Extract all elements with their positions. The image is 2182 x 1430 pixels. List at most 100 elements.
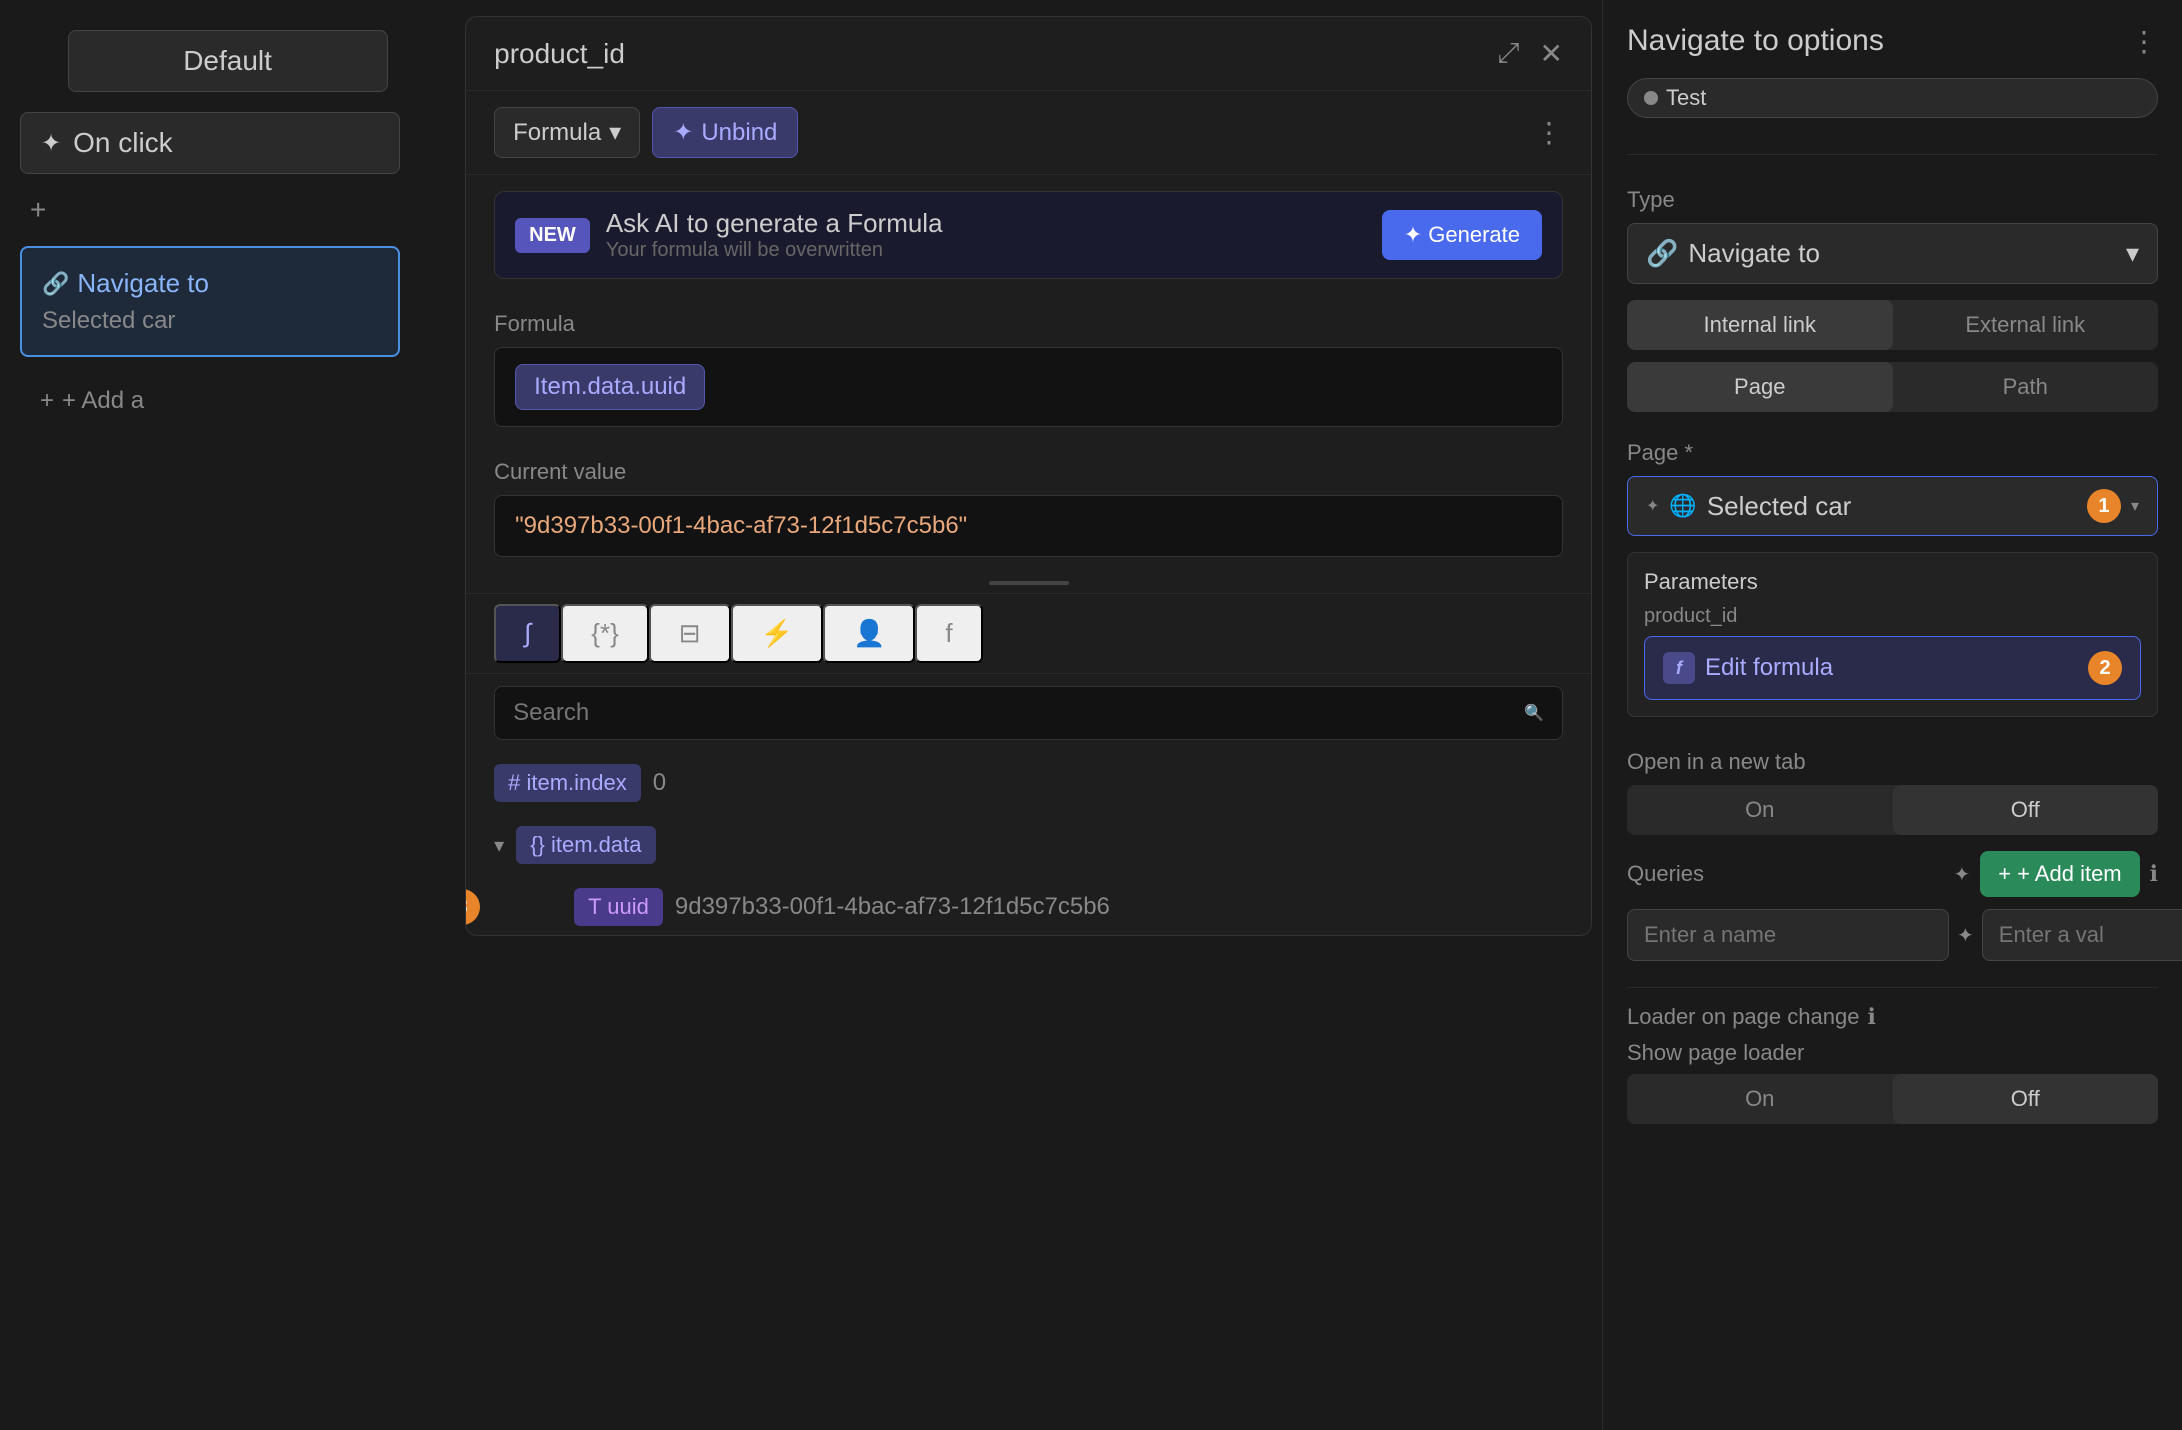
link-icon: 🔗: [42, 271, 69, 297]
formula-toolbar: Formula ▾ ✦ Unbind ⋮: [466, 91, 1591, 175]
divider-1: [1627, 154, 2158, 155]
loader-off[interactable]: Off: [1893, 1074, 2159, 1124]
expand-icon[interactable]: ⤢: [1497, 37, 1519, 70]
generate-button[interactable]: ✦ Generate: [1382, 210, 1542, 260]
chevron-down-icon-2: ▾: [2126, 238, 2139, 269]
right-more-icon[interactable]: ⋮: [2130, 25, 2158, 58]
open-new-tab-section: Open in a new tab On Off: [1627, 733, 2158, 835]
search-icon: 🔍: [1524, 703, 1544, 723]
variable-tab[interactable]: {*}: [561, 604, 649, 663]
more-options-icon[interactable]: ⋮: [1535, 116, 1563, 149]
edit-formula-button[interactable]: f Edit formula 2: [1644, 636, 2141, 700]
magic-icon-queries: ✦: [1953, 862, 1970, 887]
test-dot-icon: [1644, 91, 1658, 105]
plus-icon: +: [30, 194, 46, 226]
right-panel: Navigate to options ⋮ Test Type 🔗 Naviga…: [1602, 0, 2182, 1430]
loader-on[interactable]: On: [1627, 1074, 1893, 1124]
icon-toolbar: ∫ {*} ⊟ ⚡ 👤 f: [466, 593, 1591, 674]
list-item[interactable]: 3 T uuid 9d397b33-00f1-4bac-af73-12f1d5c…: [494, 876, 1563, 935]
type-label: Type: [1627, 187, 2158, 213]
formula-dropdown[interactable]: Formula ▾: [494, 107, 640, 158]
link-icon-2: 🔗: [1646, 238, 1678, 269]
navigate-to-sub: Selected car: [42, 307, 378, 335]
left-panel: Default ✦ On click + 🔗 Navigate to Selec…: [0, 0, 455, 1430]
type-chip-obj: {} item.data: [516, 826, 655, 864]
magic-wand-icon: ✦: [1646, 496, 1659, 516]
open-new-tab-toggle: On Off: [1627, 785, 2158, 835]
right-panel-title: Navigate to options: [1627, 24, 1884, 58]
plus-icon-2: +: [40, 387, 54, 415]
magic-icon-query-row: ✦: [1957, 923, 1974, 948]
formula-box[interactable]: Item.data.uuid: [494, 347, 1563, 427]
search-input[interactable]: [513, 699, 1512, 727]
cursor-icon: ✦: [41, 129, 61, 158]
loader-section: Loader on page change ℹ Show page loader…: [1627, 1004, 2158, 1124]
show-page-loader-toggle: On Off: [1627, 1074, 2158, 1124]
query-name-input[interactable]: [1627, 909, 1949, 961]
current-value-section: Current value "9d397b33-00f1-4bac-af73-1…: [466, 443, 1591, 573]
page-selector-text: 🌐 Selected car: [1669, 491, 2077, 522]
step-badge-3: 3: [466, 889, 480, 925]
loader-label: Loader on page change ℹ: [1627, 1004, 2158, 1030]
type-dropdown[interactable]: 🔗 Navigate to ▾: [1627, 223, 2158, 284]
formula-section: Formula Item.data.uuid: [466, 295, 1591, 443]
open-new-tab-off[interactable]: Off: [1893, 785, 2159, 835]
params-field-name: product_id: [1644, 605, 2141, 628]
chevron-down-icon: ▾: [609, 118, 621, 147]
search-box[interactable]: 🔍: [494, 686, 1563, 740]
test-badge[interactable]: Test: [1627, 78, 2158, 118]
type-chip-str: T uuid: [574, 888, 663, 926]
current-value-text: "9d397b33-00f1-4bac-af73-12f1d5c7c5b6": [515, 512, 967, 539]
on-click-button[interactable]: ✦ On click: [20, 112, 400, 174]
variables-list: # item.index 0 ▾ {} item.data 3 T uuid 9…: [466, 752, 1591, 935]
var-value: 0: [653, 769, 666, 797]
chevron-down-icon-3: ▾: [2131, 496, 2139, 516]
query-input-row: ✦ 🗑: [1627, 909, 2158, 961]
list-item[interactable]: # item.index 0: [494, 752, 1563, 814]
navigate-card[interactable]: 🔗 Navigate to Selected car: [20, 246, 400, 357]
formula-editor-header: product_id ⤢ ✕: [466, 17, 1591, 91]
query-value-input[interactable]: [1982, 909, 2182, 961]
page-selector[interactable]: ✦ 🌐 Selected car 1 ▾: [1627, 476, 2158, 536]
tab-path[interactable]: Path: [1893, 362, 2159, 412]
open-new-tab-on[interactable]: On: [1627, 785, 1893, 835]
list-item[interactable]: ▾ {} item.data: [494, 814, 1563, 876]
ai-subtitle: Your formula will be overwritten: [606, 239, 1366, 262]
new-badge: NEW: [515, 218, 590, 253]
func-tab[interactable]: f: [915, 604, 982, 663]
type-chip-hash: # item.index: [494, 764, 641, 802]
header-icons: ⤢ ✕: [1497, 37, 1563, 70]
collapse-icon[interactable]: ▾: [494, 833, 504, 858]
parameters-section: Parameters product_id f Edit formula 2: [1627, 552, 2158, 717]
ai-title: Ask AI to generate a Formula: [606, 208, 1366, 239]
var-value-uuid: 9d397b33-00f1-4bac-af73-12f1d5c7c5b6: [675, 893, 1110, 921]
add-item-row[interactable]: + + Add a: [20, 377, 435, 425]
tab-internal-link[interactable]: Internal link: [1627, 300, 1893, 350]
user-tab[interactable]: 👤: [823, 604, 915, 663]
formula-tab[interactable]: ∫: [494, 604, 561, 663]
close-icon[interactable]: ✕: [1540, 37, 1563, 70]
action-tab[interactable]: ⚡: [731, 604, 823, 663]
step-badge-1: 1: [2087, 489, 2121, 523]
unbind-button[interactable]: ✦ Unbind: [652, 107, 798, 158]
formula-label: Formula: [494, 311, 1563, 337]
tab-page[interactable]: Page: [1627, 362, 1893, 412]
step-badge-2: 2: [2088, 651, 2122, 685]
info-icon[interactable]: ℹ: [2150, 861, 2158, 887]
open-new-tab-label: Open in a new tab: [1627, 749, 2158, 775]
plus-icon-add: +: [1998, 861, 2011, 887]
tab-external-link[interactable]: External link: [1893, 300, 2159, 350]
on-click-label: On click: [73, 127, 173, 159]
page-path-tabs: Page Path: [1627, 362, 2158, 412]
loader-info-icon[interactable]: ℹ: [1867, 1004, 1875, 1030]
default-button[interactable]: Default: [68, 30, 388, 92]
globe-icon: 🌐: [1669, 493, 1696, 519]
f-formula-icon: f: [1663, 652, 1695, 684]
ai-banner: NEW Ask AI to generate a Formula Your fo…: [494, 191, 1563, 279]
add-item-button[interactable]: + + Add item: [1980, 851, 2139, 897]
unbind-icon: ✦: [673, 118, 693, 147]
link-type-tabs: Internal link External link: [1627, 300, 2158, 350]
right-panel-header: Navigate to options ⋮: [1627, 24, 2158, 58]
scrollbar: [989, 581, 1069, 585]
data-tab[interactable]: ⊟: [649, 604, 731, 663]
